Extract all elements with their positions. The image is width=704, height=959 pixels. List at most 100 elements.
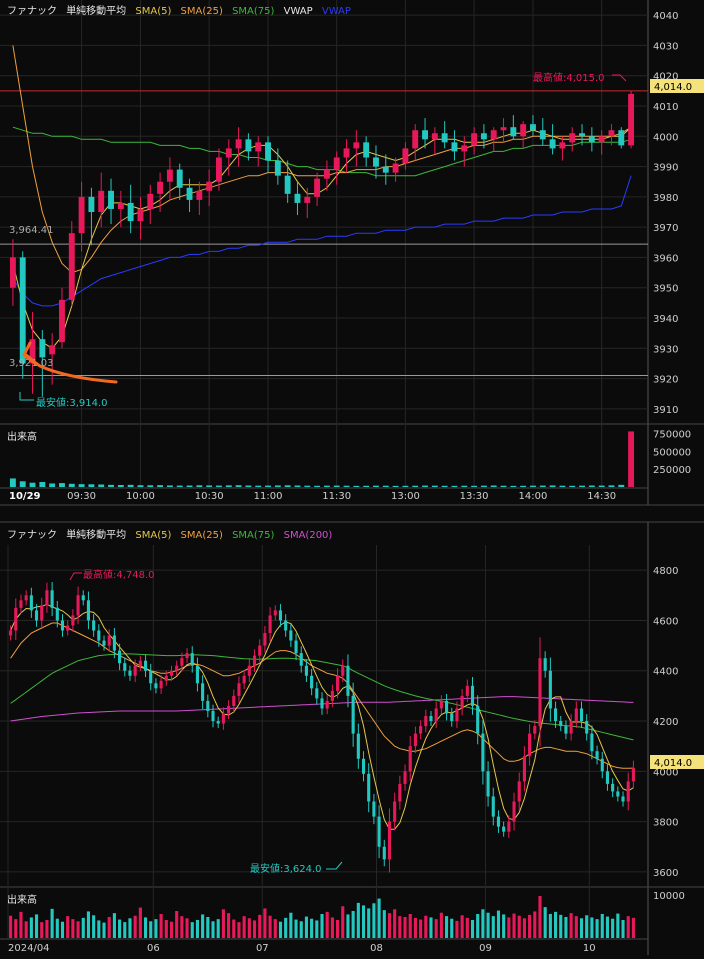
legend-sma25: SMA(25) bbox=[181, 6, 223, 17]
candle-body bbox=[600, 758, 604, 772]
volume-tick-label: 500000 bbox=[653, 447, 691, 458]
volume-bar bbox=[138, 907, 142, 938]
volume-bar bbox=[626, 916, 630, 938]
volume-bar bbox=[429, 917, 433, 938]
candle-body bbox=[190, 653, 194, 666]
volume-bar bbox=[346, 914, 350, 938]
candle-body bbox=[538, 658, 542, 727]
daily-legend: ファナック 単純移動平均 SMA(5) SMA(25) SMA(75) SMA(… bbox=[7, 528, 332, 541]
candle-body bbox=[258, 645, 262, 656]
volume-bar bbox=[564, 917, 568, 938]
chart-canvas: 4040403040204010400039903980397039603950… bbox=[0, 0, 704, 955]
candle-body bbox=[455, 708, 459, 722]
volume-bar bbox=[117, 485, 124, 487]
volume-bar bbox=[486, 912, 490, 938]
volume-bar bbox=[403, 917, 407, 938]
candle-body bbox=[107, 635, 111, 646]
candle-body bbox=[398, 783, 402, 802]
y-tick-label: 4800 bbox=[653, 566, 678, 577]
candle-body bbox=[422, 130, 428, 140]
candle-body bbox=[333, 157, 340, 170]
daily-legend-indicator: 単純移動平均 bbox=[66, 528, 126, 541]
volume-bar bbox=[621, 920, 625, 938]
volume-bar bbox=[382, 485, 389, 487]
candle-body bbox=[45, 590, 49, 606]
volume-bar bbox=[461, 485, 468, 487]
y-tick-label: 3920 bbox=[653, 375, 678, 386]
volume-bar bbox=[294, 485, 301, 487]
volume-bar bbox=[71, 919, 75, 938]
volume-bar bbox=[128, 918, 132, 938]
candle-body bbox=[86, 600, 91, 621]
candle-body bbox=[510, 127, 517, 137]
volume-bar bbox=[431, 485, 438, 487]
candle-body bbox=[356, 733, 360, 759]
candle-body bbox=[361, 758, 366, 774]
volume-bar bbox=[66, 916, 70, 938]
volume-bar bbox=[39, 482, 46, 487]
candle-body bbox=[232, 695, 236, 706]
candle-body bbox=[616, 791, 620, 797]
candle-body bbox=[235, 139, 242, 149]
volume-tick-label: 750000 bbox=[653, 430, 691, 441]
volume-bar bbox=[9, 915, 13, 938]
candle-body bbox=[424, 716, 428, 727]
candle-body bbox=[574, 708, 578, 722]
volume-bar bbox=[98, 484, 105, 487]
y-tick-label: 3970 bbox=[653, 223, 678, 234]
y-tick-label: 4030 bbox=[653, 41, 678, 52]
volume-bar bbox=[323, 485, 330, 487]
volume-bar bbox=[159, 914, 163, 938]
volume-bar bbox=[232, 919, 236, 938]
volume-bar bbox=[284, 485, 291, 487]
volume-bar bbox=[441, 485, 448, 487]
volume-bar bbox=[330, 917, 334, 938]
candle-body bbox=[403, 771, 407, 784]
candle-body bbox=[294, 640, 298, 654]
candle-body bbox=[382, 166, 389, 173]
x-tick-label: 07 bbox=[256, 943, 269, 954]
volume-bar bbox=[387, 913, 392, 938]
candle-body bbox=[40, 605, 44, 621]
candle-body bbox=[336, 675, 340, 691]
candle-body bbox=[450, 713, 454, 722]
candle-body bbox=[530, 124, 536, 131]
volume-bar bbox=[227, 913, 231, 938]
volume-bar bbox=[216, 485, 222, 487]
candle-body bbox=[373, 157, 379, 167]
candle-body bbox=[621, 796, 625, 802]
volume-bar bbox=[372, 903, 376, 938]
volume-bar bbox=[419, 919, 423, 938]
volume-bar bbox=[29, 482, 36, 487]
candle-body bbox=[323, 169, 330, 179]
candle-body bbox=[176, 169, 183, 188]
candle-body bbox=[157, 181, 164, 194]
volume-bar bbox=[242, 916, 246, 938]
volume-bar bbox=[304, 485, 311, 487]
candle-body bbox=[245, 139, 252, 152]
intraday-high-label: 最高値:4,015.0 bbox=[533, 71, 605, 84]
y-tick-label: 3600 bbox=[653, 868, 678, 879]
volume-bar bbox=[356, 902, 360, 938]
daily-price-tag: 4,014.0 bbox=[654, 758, 692, 769]
candle-body bbox=[441, 133, 448, 143]
volume-bar bbox=[559, 914, 563, 938]
volume-bar bbox=[341, 906, 345, 938]
candle-body bbox=[314, 178, 321, 197]
candle-body bbox=[294, 193, 301, 203]
candle-body bbox=[439, 700, 443, 709]
daily-low-label: 最安値:3,624.0 bbox=[250, 862, 322, 875]
y-tick-label: 4000 bbox=[653, 132, 678, 143]
daily-legend-sma200: SMA(200) bbox=[284, 530, 333, 541]
candle-body bbox=[559, 721, 563, 727]
volume-bar bbox=[245, 485, 252, 487]
volume-bar bbox=[185, 918, 189, 938]
volume-bar bbox=[595, 919, 599, 938]
candle-body bbox=[201, 683, 205, 701]
volume-bar bbox=[299, 921, 303, 938]
volume-bar bbox=[590, 917, 594, 938]
candle-body bbox=[255, 142, 262, 152]
candle-body bbox=[330, 690, 334, 701]
volume-bar bbox=[258, 914, 262, 938]
candle-body bbox=[304, 665, 308, 676]
